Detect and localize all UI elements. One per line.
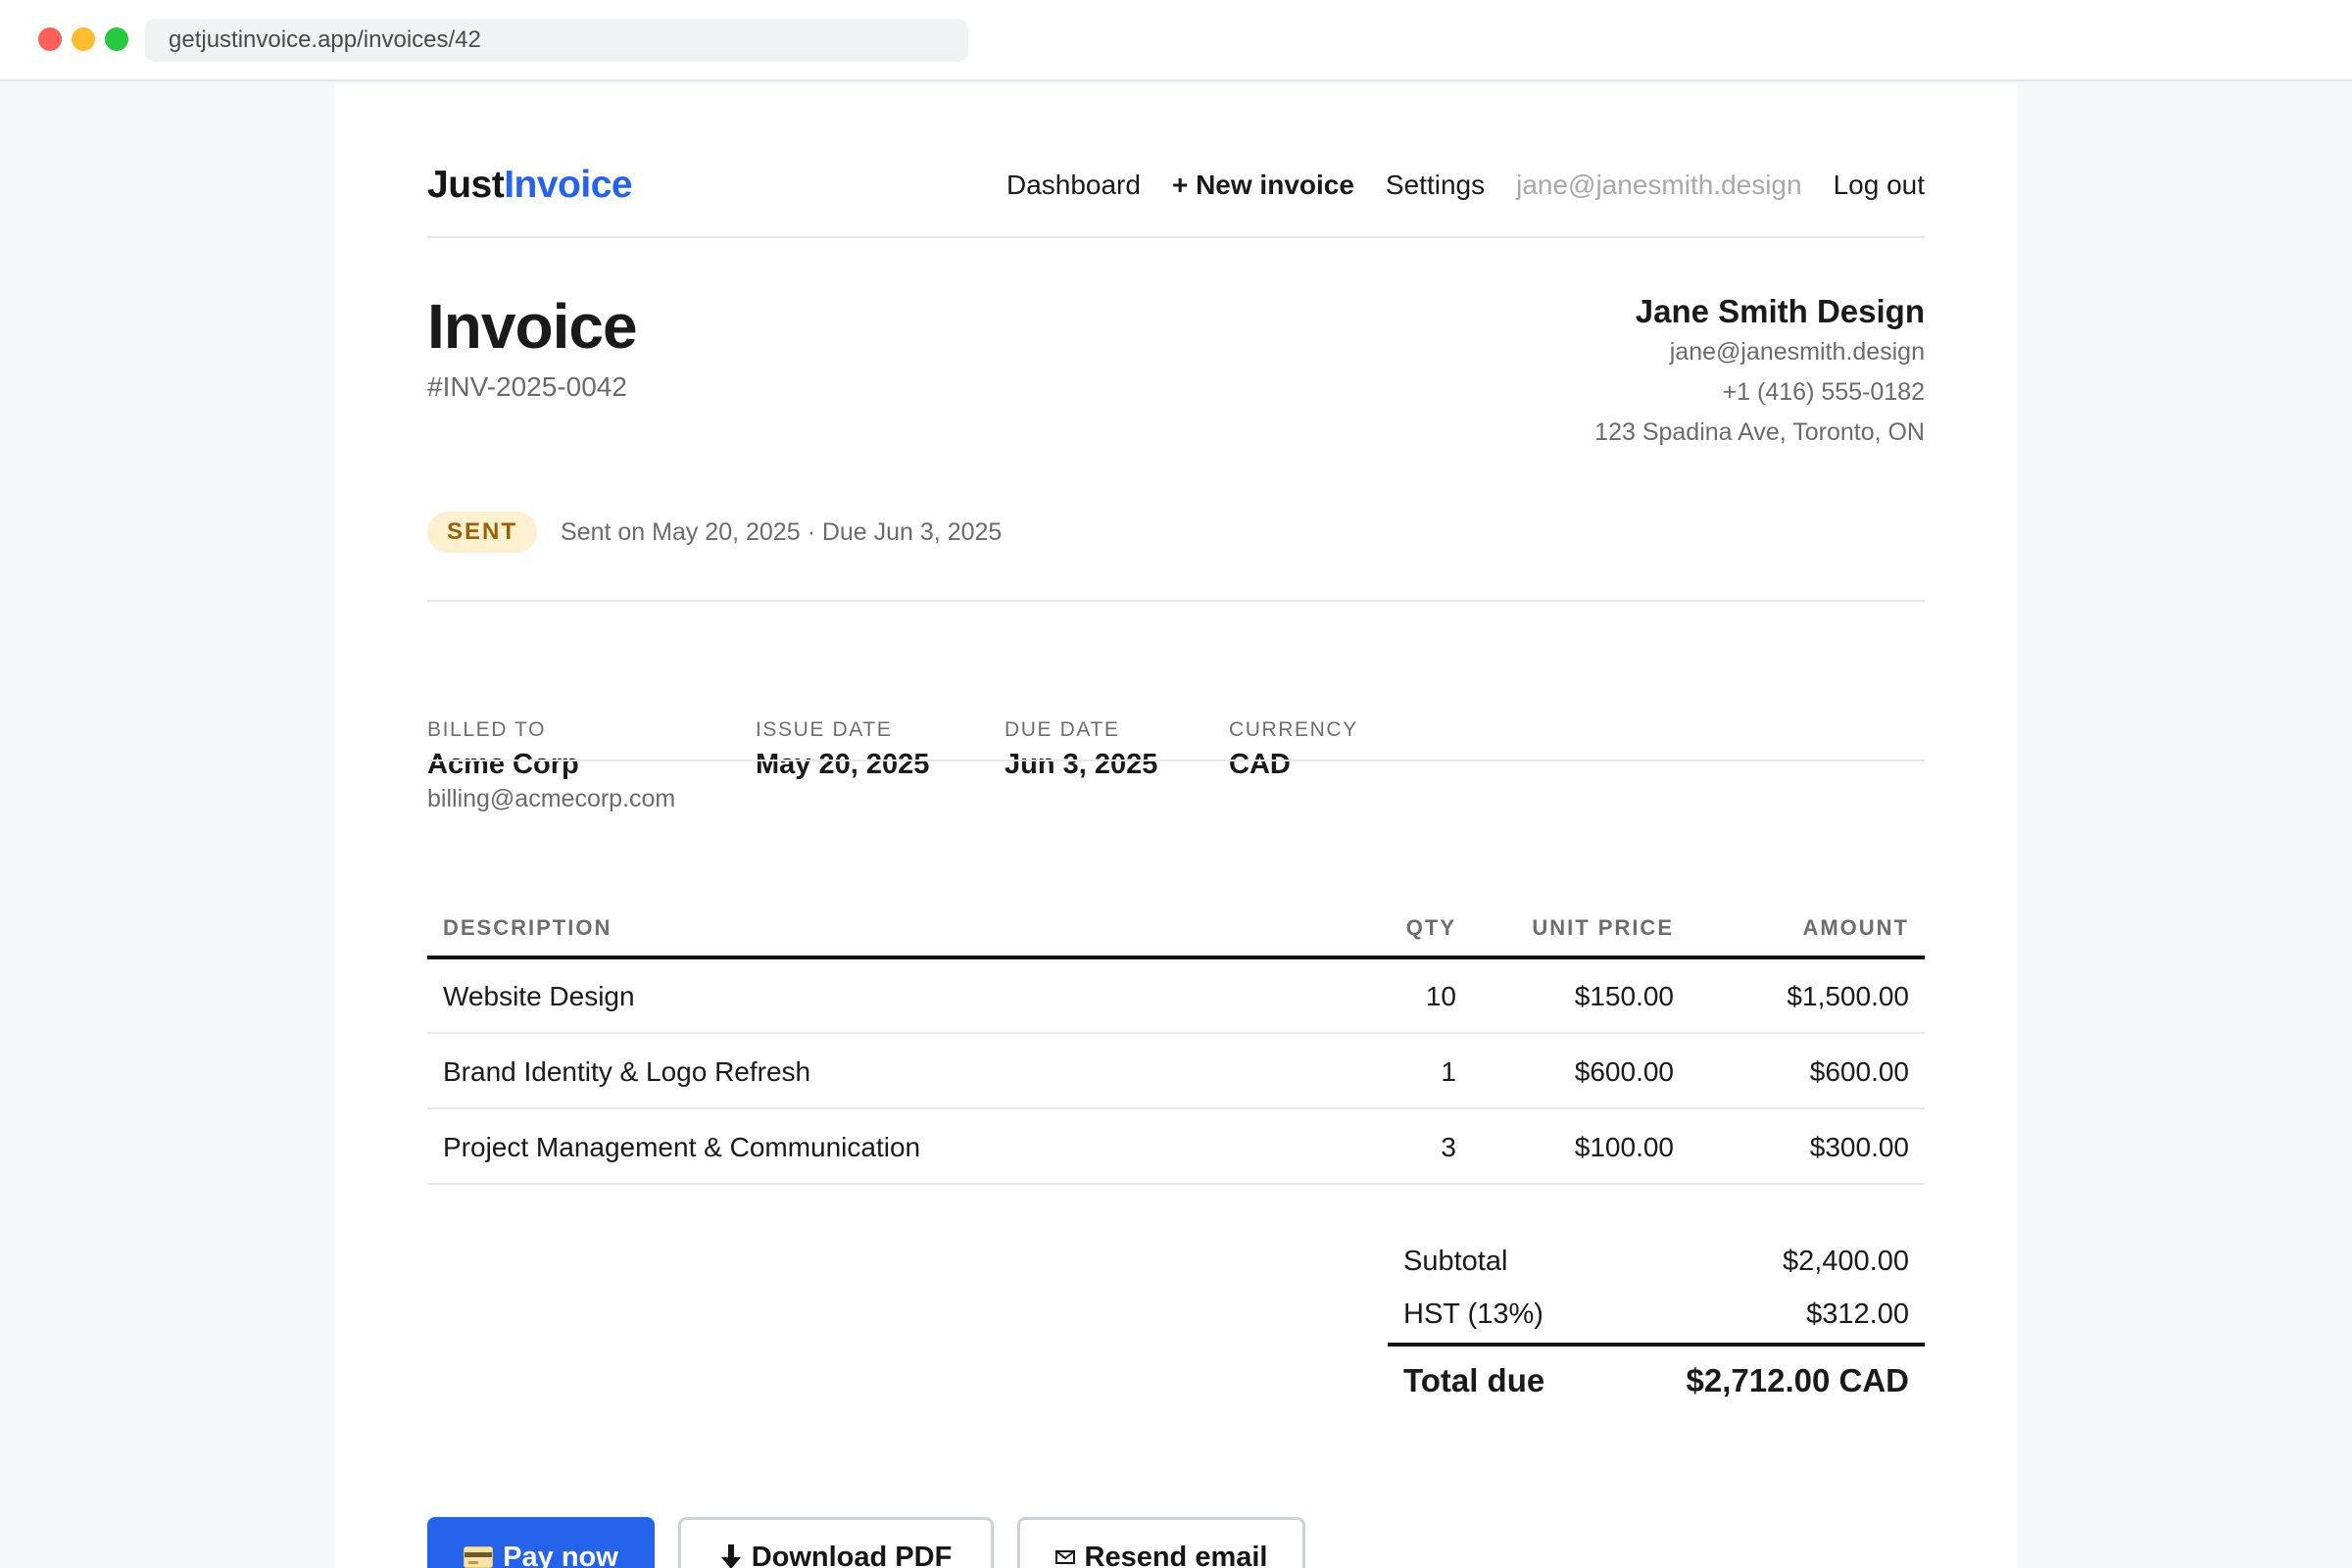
close-window-button[interactable] <box>38 27 62 51</box>
page-content: JustInvoice Dashboard + New invoice Sett… <box>427 83 1925 1568</box>
issue-date-section: ISSUE DATE May 20, 2025 <box>756 715 929 782</box>
invoice-number: #INV-2025-0042 <box>427 371 627 402</box>
subtotal-value: $2,400.00 <box>1782 1246 1909 1277</box>
top-nav: JustInvoice Dashboard + New invoice Sett… <box>427 160 1925 211</box>
nav-new-invoice-link[interactable]: + New invoice <box>1172 160 1354 211</box>
item-unit-price: $100.00 <box>1574 1132 1674 1162</box>
billed-to-section: BILLED TO Acme Corp billing@acmecorp.com <box>427 715 675 815</box>
currency-label: CURRENCY <box>1229 718 1358 741</box>
due-date-section: DUE DATE Jun 3, 2025 <box>1004 715 1157 782</box>
item-unit-price: $600.00 <box>1574 1056 1674 1087</box>
download-arrow-icon <box>720 1544 742 1568</box>
browser-toolbar: getjustinvoice.app/invoices/42 <box>0 0 2352 81</box>
issue-date-value: May 20, 2025 <box>756 749 930 780</box>
nav-dashboard-link[interactable]: Dashboard <box>1006 160 1141 211</box>
billed-to-label: BILLED TO <box>427 718 547 741</box>
table-header: DESCRIPTION QTY UNIT PRICE AMOUNT <box>427 904 1925 959</box>
page-sheet: JustInvoice Dashboard + New invoice Sett… <box>334 83 2018 1568</box>
due-date-label: DUE DATE <box>1004 718 1120 741</box>
minimize-window-button[interactable] <box>72 27 95 51</box>
sender-email: jane@janesmith.design <box>1669 338 1925 366</box>
download-pdf-button[interactable]: Download PDF <box>678 1517 994 1568</box>
pay-now-label: Pay now <box>503 1541 618 1568</box>
app-logo[interactable]: JustInvoice <box>427 160 633 211</box>
nav-links: Dashboard + New invoice Settings jane@ja… <box>975 160 1925 211</box>
table-row: Project Management & Communication 3 $10… <box>427 1109 1925 1185</box>
resend-email-button[interactable]: Resend email <box>1017 1517 1305 1568</box>
col-header-qty: QTY <box>1405 915 1456 940</box>
item-amount: $1,500.00 <box>1787 981 1909 1011</box>
col-header-amount: AMOUNT <box>1802 915 1909 940</box>
subtotal-row: Subtotal $2,400.00 <box>1388 1235 1925 1288</box>
totals-block: Subtotal $2,400.00 HST (13%) $312.00 Tot… <box>1388 1235 1925 1415</box>
meta-divider <box>427 760 1925 761</box>
col-header-unit-price: UNIT PRICE <box>1532 915 1674 940</box>
issue-date-label: ISSUE DATE <box>756 718 893 741</box>
item-unit-price: $150.00 <box>1574 981 1674 1011</box>
sender-name: Jane Smith Design <box>1635 293 1925 329</box>
due-date-value: Jun 3, 2025 <box>1004 749 1158 780</box>
item-description: Project Management & Communication <box>443 1132 921 1162</box>
item-description: Website Design <box>443 981 635 1011</box>
envelope-icon <box>1054 1550 1075 1564</box>
item-qty: 1 <box>1441 1056 1456 1087</box>
sender-address: 123 Spadina Ave, Toronto, ON <box>1594 418 1925 446</box>
table-row: Brand Identity & Logo Refresh 1 $600.00 … <box>427 1034 1925 1109</box>
total-due-row: Total due $2,712.00 CAD <box>1388 1347 1925 1415</box>
address-bar[interactable]: getjustinvoice.app/invoices/42 <box>145 19 968 62</box>
item-amount: $300.00 <box>1809 1132 1909 1162</box>
total-due-label: Total due <box>1403 1362 1545 1398</box>
pay-now-button[interactable]: Pay now <box>427 1517 655 1568</box>
item-amount: $600.00 <box>1809 1056 1909 1087</box>
item-description: Brand Identity & Logo Refresh <box>443 1056 811 1087</box>
nav-settings-link[interactable]: Settings <box>1386 160 1485 211</box>
status-divider <box>427 600 1925 602</box>
logo-text-just: Just <box>427 164 505 206</box>
item-qty: 3 <box>1441 1132 1456 1162</box>
nav-divider <box>427 236 1925 238</box>
currency-value: CAD <box>1229 749 1291 780</box>
table-row: Website Design 10 $150.00 $1,500.00 <box>427 958 1925 1034</box>
status-text: Sent on May 20, 2025 · Due Jun 3, 2025 <box>561 518 1003 546</box>
page-title: Invoice <box>427 291 638 362</box>
logout-link[interactable]: Log out <box>1834 160 1925 211</box>
item-qty: 10 <box>1425 981 1456 1011</box>
total-due-value: $2,712.00 CAD <box>1686 1362 1909 1398</box>
maximize-window-button[interactable] <box>105 27 128 51</box>
billed-to-email: billing@acmecorp.com <box>427 785 676 812</box>
invoice-actions: Pay now Download PDF Resend email <box>427 1517 1329 1568</box>
tax-value: $312.00 <box>1806 1298 1909 1330</box>
currency-section: CURRENCY CAD <box>1229 715 1358 782</box>
download-pdf-label: Download PDF <box>751 1541 953 1568</box>
line-items-table: DESCRIPTION QTY UNIT PRICE AMOUNT Websit… <box>427 904 1925 1185</box>
tax-row: HST (13%) $312.00 <box>1388 1288 1925 1341</box>
sender-info: Jane Smith Design jane@janesmith.design … <box>1594 291 1925 453</box>
resend-email-label: Resend email <box>1084 1541 1268 1568</box>
col-header-description: DESCRIPTION <box>443 915 612 940</box>
user-email: jane@janesmith.design <box>1516 170 1802 200</box>
logo-text-invoice: Invoice <box>504 164 633 206</box>
credit-card-icon <box>464 1546 494 1568</box>
status-badge: SENT <box>427 512 537 553</box>
tax-label: HST (13%) <box>1403 1298 1544 1330</box>
billed-to-name: Acme Corp <box>427 749 579 780</box>
sender-phone: +1 (416) 555-0182 <box>1722 378 1925 406</box>
subtotal-label: Subtotal <box>1403 1246 1508 1277</box>
